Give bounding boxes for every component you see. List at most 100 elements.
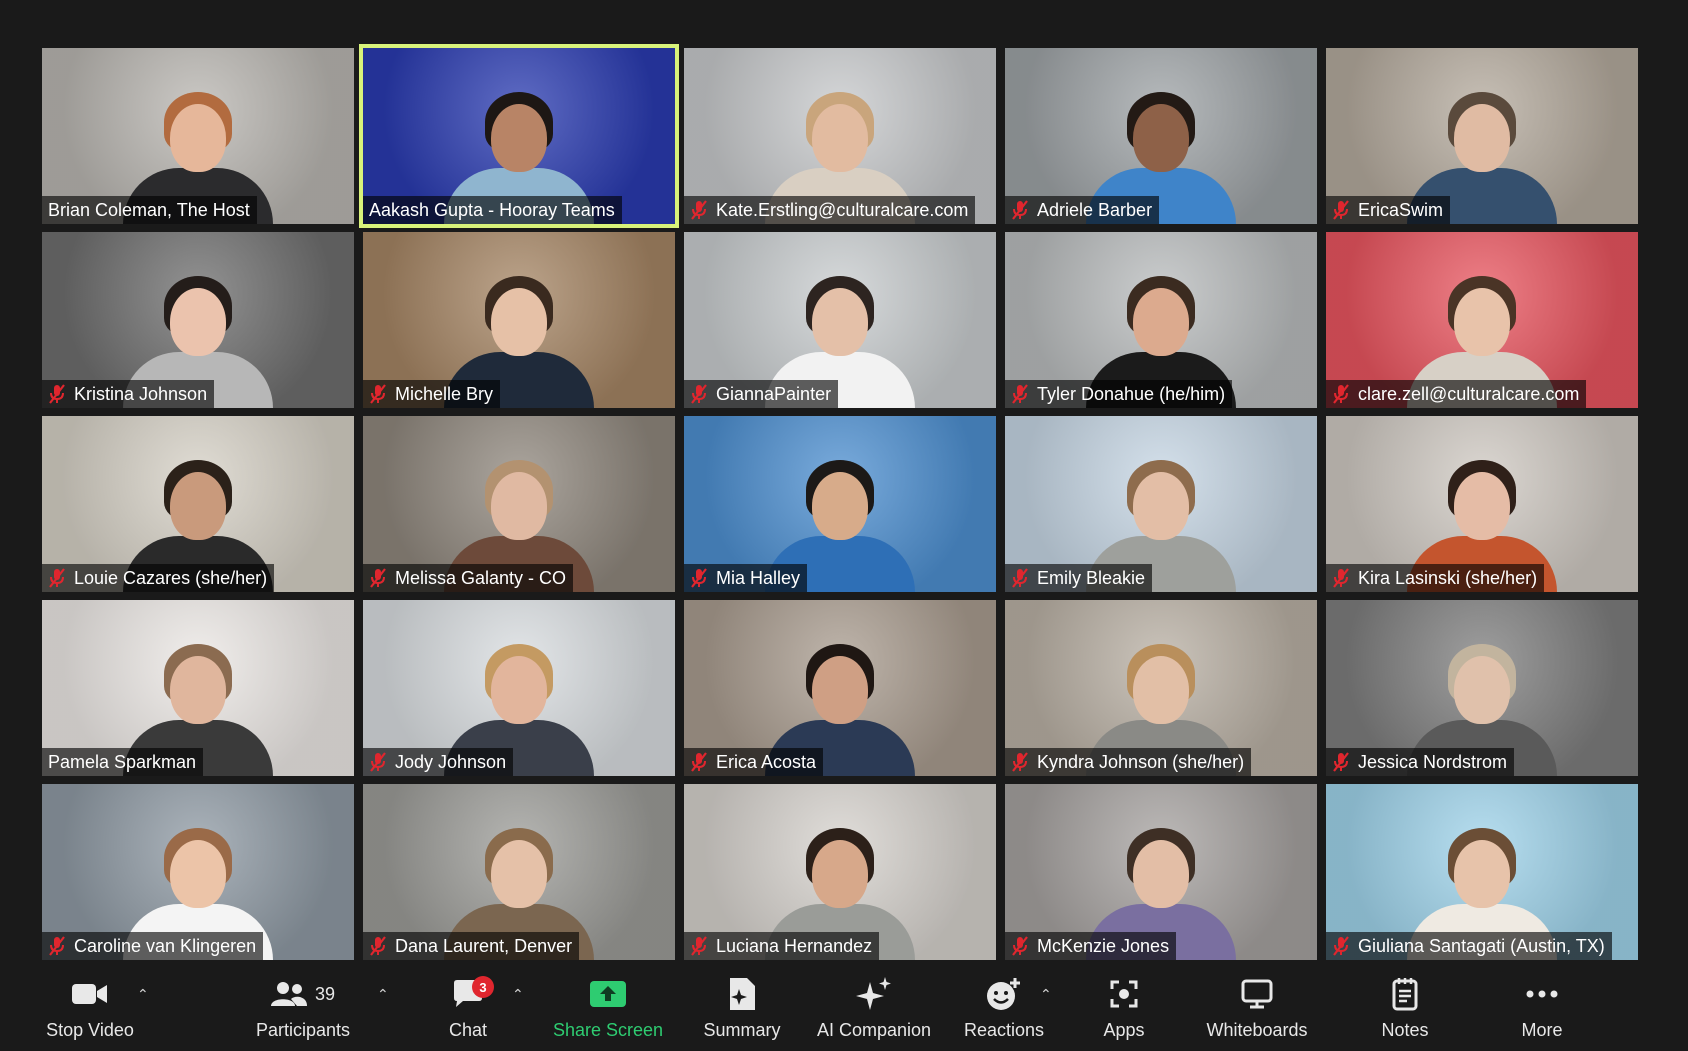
participant-video-tile[interactable]: Kira Lasinski (she/her)	[1326, 416, 1638, 592]
emoji-reaction-icon	[986, 972, 1022, 1016]
participant-video-tile[interactable]: Emily Bleakie	[1005, 416, 1317, 592]
participant-name-bar: Erica Acosta	[684, 748, 824, 776]
summary-document-icon	[727, 972, 757, 1016]
participant-video-tile[interactable]: Brian Coleman, The Host	[42, 48, 354, 224]
more-dots-icon	[1526, 972, 1558, 1016]
reactions-label: Reactions	[963, 1020, 1045, 1040]
chat-options-caret[interactable]: ⌃	[512, 986, 524, 1003]
participant-video-tile[interactable]: Louie Cazares (she/her)	[42, 416, 354, 592]
share-screen-icon	[590, 972, 626, 1016]
chat-label: Chat	[448, 1020, 488, 1040]
muted-microphone-icon	[369, 752, 387, 772]
video-gallery: Brian Coleman, The Host Aakash Gupta - Ho…	[42, 44, 1640, 961]
reactions-button[interactable]: Reactions	[962, 972, 1046, 1048]
participant-video-tile[interactable]: Tyler Donahue (he/him)	[1005, 232, 1317, 408]
participant-name: McKenzie Jones	[1037, 935, 1170, 956]
muted-microphone-icon	[690, 384, 708, 404]
apps-button[interactable]: Apps	[1100, 972, 1148, 1048]
participant-name-bar: Brian Coleman, The Host	[42, 196, 257, 224]
muted-microphone-icon	[1011, 200, 1029, 220]
participant-name-bar: Jessica Nordstrom	[1326, 748, 1515, 776]
muted-microphone-icon	[1332, 384, 1350, 404]
chat-icon: 3	[452, 972, 494, 1016]
participant-video-tile[interactable]: Jessica Nordstrom	[1326, 600, 1638, 776]
participant-name-bar: Kyndra Johnson (she/her)	[1005, 748, 1252, 776]
notes-label: Notes	[1381, 1020, 1429, 1040]
participant-name: Emily Bleakie	[1037, 567, 1146, 588]
participant-name: clare.zell@culturalcare.com	[1358, 383, 1580, 404]
participant-name: EricaSwim	[1358, 199, 1444, 220]
participants-label: Participants	[255, 1020, 351, 1040]
whiteboards-button[interactable]: Whiteboards	[1202, 972, 1312, 1048]
participant-video-tile[interactable]: Jody Johnson	[363, 600, 675, 776]
summary-button[interactable]: Summary	[698, 972, 786, 1048]
muted-microphone-icon	[1011, 384, 1029, 404]
chat-button[interactable]: 3 Chat	[438, 972, 498, 1048]
participant-video-tile[interactable]: Aakash Gupta - Hooray Teams	[359, 44, 679, 228]
participant-name: Jody Johnson	[395, 751, 507, 772]
participant-name-bar: Kira Lasinski (she/her)	[1326, 564, 1545, 592]
apps-icon	[1109, 972, 1139, 1016]
participant-name-bar: GiannaPainter	[684, 380, 839, 408]
stop-video-button[interactable]: Stop Video	[40, 972, 140, 1048]
muted-microphone-icon	[1332, 936, 1350, 956]
participant-name: Tyler Donahue (he/him)	[1037, 383, 1226, 404]
muted-microphone-icon	[48, 936, 66, 956]
participant-name-bar: Pamela Sparkman	[42, 748, 204, 776]
video-options-caret[interactable]: ⌃	[137, 986, 149, 1003]
participant-name-bar: Mia Halley	[684, 564, 808, 592]
notes-button[interactable]: Notes	[1378, 972, 1432, 1048]
participant-video-tile[interactable]: Adriele Barber	[1005, 48, 1317, 224]
sparkle-icon	[854, 972, 894, 1016]
reactions-options-caret[interactable]: ⌃	[1040, 986, 1052, 1003]
participant-video-tile[interactable]: Erica Acosta	[684, 600, 996, 776]
ai-companion-button[interactable]: AI Companion	[812, 972, 936, 1048]
whiteboard-icon	[1241, 972, 1273, 1016]
participant-name: Kate.Erstling@culturalcare.com	[716, 199, 969, 220]
participant-name: Adriele Barber	[1037, 199, 1153, 220]
muted-microphone-icon	[1011, 936, 1029, 956]
participant-video-tile[interactable]: Kyndra Johnson (she/her)	[1005, 600, 1317, 776]
participant-video-tile[interactable]: Dana Laurent, Denver	[363, 784, 675, 960]
participant-name: Louie Cazares (she/her)	[74, 567, 268, 588]
participant-video-tile[interactable]: Michelle Bry	[363, 232, 675, 408]
participant-video-tile[interactable]: Mia Halley	[684, 416, 996, 592]
muted-microphone-icon	[1011, 568, 1029, 588]
participant-name: Caroline van Klingeren	[74, 935, 257, 956]
participant-video-tile[interactable]: Caroline van Klingeren	[42, 784, 354, 960]
participants-options-caret[interactable]: ⌃	[377, 986, 389, 1003]
muted-microphone-icon	[1332, 200, 1350, 220]
participant-video-tile[interactable]: Melissa Galanty - CO	[363, 416, 675, 592]
participant-name: Luciana Hernandez	[716, 935, 873, 956]
muted-microphone-icon	[1332, 752, 1350, 772]
more-button[interactable]: More	[1516, 972, 1568, 1048]
participant-video-tile[interactable]: GiannaPainter	[684, 232, 996, 408]
muted-microphone-icon	[1011, 752, 1029, 772]
participant-name: Aakash Gupta - Hooray Teams	[369, 199, 615, 220]
participant-name: Kira Lasinski (she/her)	[1358, 567, 1538, 588]
participant-video-tile[interactable]: Kristina Johnson	[42, 232, 354, 408]
participant-video-tile[interactable]: Giuliana Santagati (Austin, TX)	[1326, 784, 1638, 960]
participant-video-tile[interactable]: Pamela Sparkman	[42, 600, 354, 776]
participant-video-tile[interactable]: Luciana Hernandez	[684, 784, 996, 960]
participant-name: GiannaPainter	[716, 383, 832, 404]
participant-video-tile[interactable]: McKenzie Jones	[1005, 784, 1317, 960]
muted-microphone-icon	[369, 568, 387, 588]
apps-label: Apps	[1103, 1020, 1145, 1040]
participant-video-tile[interactable]: clare.zell@culturalcare.com	[1326, 232, 1638, 408]
participant-video-tile[interactable]: EricaSwim	[1326, 48, 1638, 224]
muted-microphone-icon	[1332, 568, 1350, 588]
share-screen-button[interactable]: Share Screen	[552, 972, 664, 1048]
video-camera-icon	[71, 972, 109, 1016]
participant-name: Kyndra Johnson (she/her)	[1037, 751, 1245, 772]
participant-video-tile[interactable]: Kate.Erstling@culturalcare.com	[684, 48, 996, 224]
muted-microphone-icon	[690, 752, 708, 772]
participant-name-bar: Emily Bleakie	[1005, 564, 1153, 592]
muted-microphone-icon	[690, 568, 708, 588]
participant-name-bar: Dana Laurent, Denver	[363, 932, 580, 960]
meeting-toolbar: Stop Video ⌃ 39 Participants ⌃ 3 Chat ⌃ …	[0, 968, 1688, 1051]
participants-button[interactable]: 39 Participants	[250, 972, 356, 1048]
participant-name: Melissa Galanty - CO	[395, 567, 567, 588]
participant-name-bar: Melissa Galanty - CO	[363, 564, 574, 592]
participant-name-bar: EricaSwim	[1326, 196, 1451, 224]
